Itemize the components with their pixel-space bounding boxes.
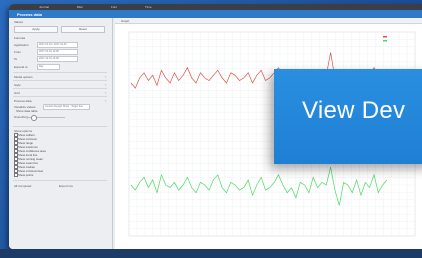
from-field[interactable]: 2017-01-01 10:00 <box>37 49 78 55</box>
menu-item[interactable]: Font <box>111 5 117 9</box>
section-title: Values <box>14 20 23 24</box>
divider <box>13 96 107 97</box>
divider <box>13 126 107 127</box>
to-field[interactable]: 2017-12-31 12:00 <box>37 56 78 62</box>
apply-button[interactable]: Apply <box>14 26 58 33</box>
application-field[interactable]: 2017-01-01 / 2017-12-31 <box>37 42 78 48</box>
legend-swatch-red <box>383 36 387 38</box>
menu-item[interactable]: Time <box>145 5 152 9</box>
legend-swatch-green <box>383 40 387 42</box>
export-link[interactable]: Export csv <box>59 184 73 188</box>
menu-item[interactable]: Misc <box>77 5 83 9</box>
divider <box>13 80 107 81</box>
chevron-right-icon: › <box>105 82 107 87</box>
sidebar: Values Apply Reset Formula Application 2… <box>9 18 113 249</box>
divider <box>13 180 107 181</box>
smoothing-slider-knob[interactable] <box>31 115 37 121</box>
chevron-right-icon: › <box>105 90 107 95</box>
expand-field[interactable]: Day <box>37 64 60 70</box>
collapsible-model-options[interactable]: Model options <box>14 75 33 79</box>
frame-bottom <box>0 249 422 258</box>
collapsible-process-data[interactable]: Process data <box>14 99 32 103</box>
footer-status: All computed <box>14 184 32 188</box>
collapsible-style[interactable]: Style <box>14 83 21 87</box>
chevron-right-icon: › <box>105 98 107 103</box>
divider <box>13 88 107 89</box>
menu-item[interactable]: Journal <box>39 5 49 9</box>
checkbox-label: Show points <box>18 172 34 177</box>
reset-button[interactable]: Reset <box>61 26 105 33</box>
chevron-right-icon: › <box>105 74 107 79</box>
field-label: From <box>14 50 21 54</box>
window-title: Process data <box>9 10 422 18</box>
field-label: To <box>14 57 18 61</box>
group-label: Formula <box>14 36 26 40</box>
field-label: Expand to <box>14 65 28 69</box>
field-label: Application <box>14 43 29 47</box>
compare-select[interactable]: Custom Design Show · Target line <box>43 104 90 110</box>
collapsible-grid[interactable]: Grid <box>14 91 20 95</box>
show-data-table[interactable]: Show data table <box>16 109 38 113</box>
view-dev-button[interactable]: View Dev <box>274 69 422 164</box>
view-dev-label: View Dev <box>302 97 406 124</box>
divider <box>13 72 107 73</box>
